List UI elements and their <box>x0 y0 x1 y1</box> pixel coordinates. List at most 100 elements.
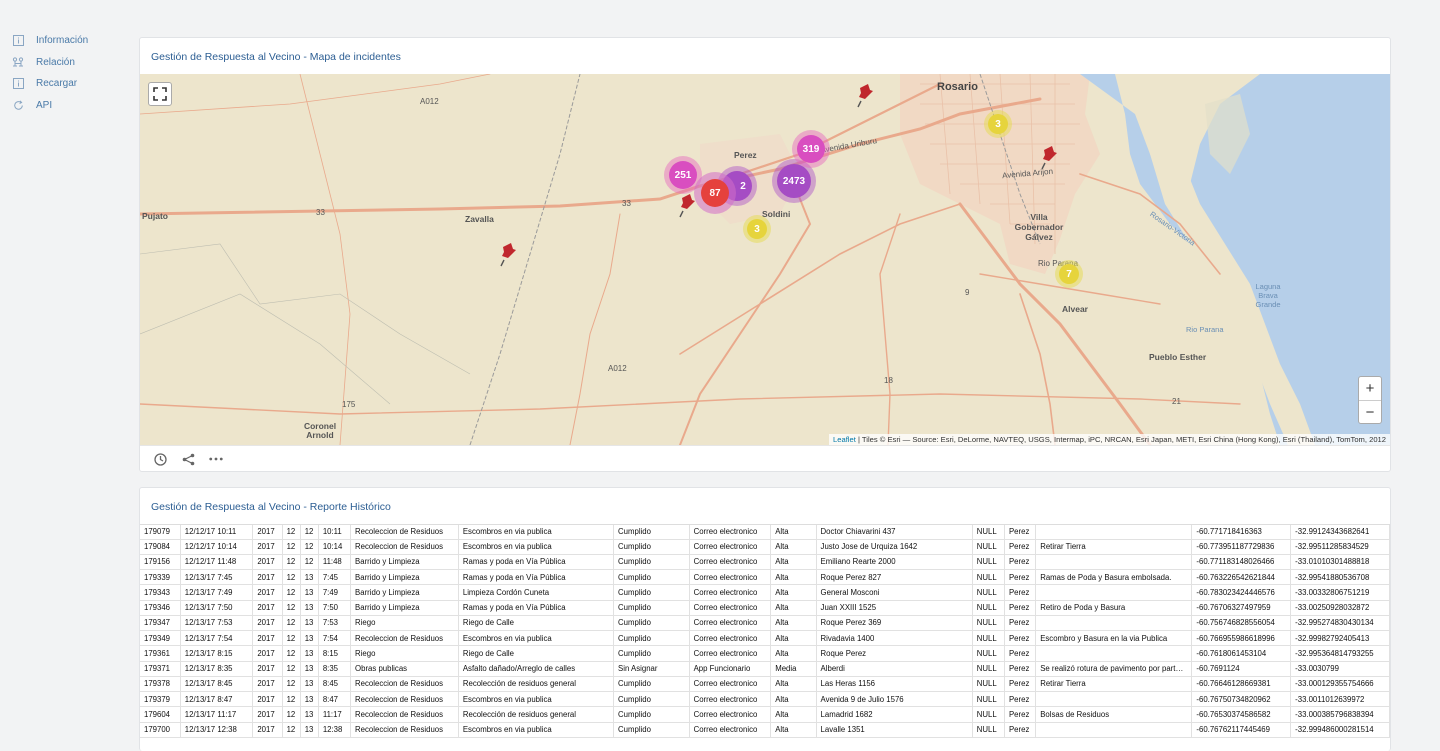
history-report-table-container[interactable]: 179079 12/12/17 10:11 2017 12 12 10:11 Recolec… <box>140 524 1390 751</box>
more-options-button[interactable] <box>209 452 223 466</box>
table-cell: 179156 <box>140 554 181 571</box>
table-cell: Ramas de Poda y Basura embolsada. <box>1035 569 1193 586</box>
map-tiles <box>140 74 1390 445</box>
cluster-count: 2473 <box>777 164 811 198</box>
table-row[interactable]: 179371 12/13/17 8:35 2017 12 13 8:35 Obras pub… <box>140 661 1390 677</box>
incident-map[interactable]: Rosario Perez Soldini Zavalla Pujato Vil… <box>140 74 1390 445</box>
table-cell: Perez <box>1004 525 1037 540</box>
table-row[interactable]: 179379 12/13/17 8:47 2017 12 13 8:47 Recolecci… <box>140 691 1390 708</box>
map-label-zavalla: Zavalla <box>465 214 494 224</box>
table-cell: NULL <box>972 584 1005 601</box>
table-cell: 7:54 <box>318 630 352 647</box>
clock-icon <box>153 452 167 466</box>
cluster-marker[interactable]: 319 <box>792 130 830 168</box>
table-cell: Recoleccion de Residuos <box>350 630 459 647</box>
fullscreen-icon <box>153 87 167 101</box>
table-cell: Rivadavia 1400 <box>816 630 973 647</box>
table-cell: 12 <box>282 600 301 616</box>
table-row[interactable]: 179339 12/13/17 7:45 2017 12 13 7:45 Barrido y… <box>140 569 1390 586</box>
table-row[interactable]: 179156 12/12/17 11:48 2017 12 12 11:48 Barrido… <box>140 554 1390 571</box>
table-cell: Alta <box>770 706 817 723</box>
table-cell: -60.766955986618996 <box>1191 630 1292 647</box>
table-cell: -32.99124343682641 <box>1290 525 1390 540</box>
cluster-marker[interactable]: 7 <box>1055 260 1083 288</box>
sidebar-item-api[interactable]: API <box>0 95 130 117</box>
table-cell: -33.000385796838394 <box>1290 706 1390 723</box>
cluster-count: 319 <box>797 135 825 163</box>
table-cell: 2017 <box>252 645 283 662</box>
sidebar-item-relacion[interactable]: Relación <box>0 52 130 74</box>
table-cell: Cumplido <box>613 525 690 540</box>
incident-pin[interactable] <box>678 194 696 223</box>
table-cell: Correo electronico <box>689 645 772 662</box>
table-cell: Perez <box>1004 539 1037 555</box>
share-button[interactable] <box>181 452 195 466</box>
table-cell: 179700 <box>140 722 181 738</box>
table-cell: NULL <box>972 539 1005 555</box>
incident-pin[interactable] <box>856 84 874 113</box>
table-cell <box>1035 615 1193 632</box>
table-cell: -60.76762117445469 <box>1191 722 1292 738</box>
map-label-alvear: Alvear <box>1062 304 1088 314</box>
history-button[interactable] <box>153 452 167 466</box>
table-row[interactable]: 179361 12/13/17 8:15 2017 12 13 8:15 Riego Rieg… <box>140 645 1390 662</box>
sidebar-item-informacion[interactable]: Información <box>0 30 130 52</box>
history-report-panel: Gestión de Respuesta al Vecino - Reporte… <box>139 487 1391 751</box>
history-report-title: Gestión de Respuesta al Vecino - Reporte… <box>151 501 391 513</box>
incident-pin[interactable] <box>1040 146 1058 175</box>
map-panel-title: Gestión de Respuesta al Vecino - Mapa de… <box>151 51 401 63</box>
incident-pin[interactable] <box>499 243 517 272</box>
sidebar-item-label: Recargar <box>36 78 78 90</box>
table-cell: Cumplido <box>613 569 690 586</box>
table-cell: Obras publicas <box>350 661 459 677</box>
table-cell: -60.763226542621844 <box>1191 569 1292 586</box>
table-cell: 13 <box>300 706 319 723</box>
cluster-marker[interactable]: 3 <box>743 215 771 243</box>
zoom-out-button[interactable]: − <box>1359 400 1381 423</box>
table-row[interactable]: 179604 12/13/17 11:17 2017 12 13 11:17 Recolec… <box>140 706 1390 723</box>
table-cell: Barrido y Limpieza <box>350 569 459 586</box>
table-row[interactable]: 179079 12/12/17 10:11 2017 12 12 10:11 Recolec… <box>140 525 1390 540</box>
cluster-marker[interactable]: 3 <box>984 110 1012 138</box>
table-cell: -33.00332806751219 <box>1290 584 1390 601</box>
table-cell: Escombros en via publica <box>458 722 615 738</box>
sidebar-item-recargar[interactable]: Recargar <box>0 73 130 95</box>
table-cell: App Funcionario <box>689 661 772 677</box>
table-cell: 12 <box>300 539 319 555</box>
table-cell: Media <box>770 661 817 677</box>
table-row[interactable]: 179378 12/13/17 8:45 2017 12 13 8:45 Recolecci… <box>140 676 1390 693</box>
table-cell: Perez <box>1004 676 1037 693</box>
table-cell: General Mosconi <box>816 584 973 601</box>
fullscreen-button[interactable] <box>148 82 172 106</box>
table-cell: NULL <box>972 691 1005 708</box>
table-cell: -32.999486000281514 <box>1290 722 1390 738</box>
table-cell: Correo electronico <box>689 615 772 632</box>
cluster-marker[interactable]: 87 <box>694 172 736 214</box>
table-cell: Cumplido <box>613 645 690 662</box>
table-cell <box>1035 691 1193 708</box>
zoom-in-button[interactable]: + <box>1359 377 1381 400</box>
table-row[interactable]: 179700 12/13/17 12:38 2017 12 13 12:38 Recolec… <box>140 722 1390 738</box>
table-cell: 2017 <box>252 539 283 555</box>
table-row[interactable]: 179346 12/13/17 7:50 2017 12 13 7:50 Barrido y… <box>140 600 1390 616</box>
map-label-villa-gobernador-galvez: Villa Gobernador Gálvez <box>1014 212 1064 242</box>
table-cell: -32.99511285834529 <box>1290 539 1390 555</box>
table-row[interactable]: 179349 12/13/17 7:54 2017 12 13 7:54 Recolecci… <box>140 630 1390 647</box>
table-cell: Escombros en via publica <box>458 691 615 708</box>
table-cell: NULL <box>972 569 1005 586</box>
table-cell: -33.01010301488818 <box>1290 554 1390 571</box>
table-cell: Cumplido <box>613 722 690 738</box>
table-cell: Ramas y poda en Vía Pública <box>458 554 615 571</box>
table-row[interactable]: 179347 12/13/17 7:53 2017 12 13 7:53 Riego Rieg… <box>140 615 1390 632</box>
table-row[interactable]: 179343 12/13/17 7:49 2017 12 13 7:49 Barrido y… <box>140 584 1390 601</box>
table-cell: 2017 <box>252 661 283 677</box>
table-cell: 12 <box>282 706 301 723</box>
table-cell: Correo electronico <box>689 600 772 616</box>
table-cell: 2017 <box>252 691 283 708</box>
leaflet-link[interactable]: Leaflet <box>833 435 856 444</box>
table-cell: Barrido y Limpieza <box>350 554 459 571</box>
table-cell: 12:38 <box>318 722 352 738</box>
share-icon <box>182 453 194 465</box>
table-cell: Correo electronico <box>689 525 772 540</box>
table-row[interactable]: 179084 12/12/17 10:14 2017 12 12 10:14 Recolec… <box>140 539 1390 555</box>
